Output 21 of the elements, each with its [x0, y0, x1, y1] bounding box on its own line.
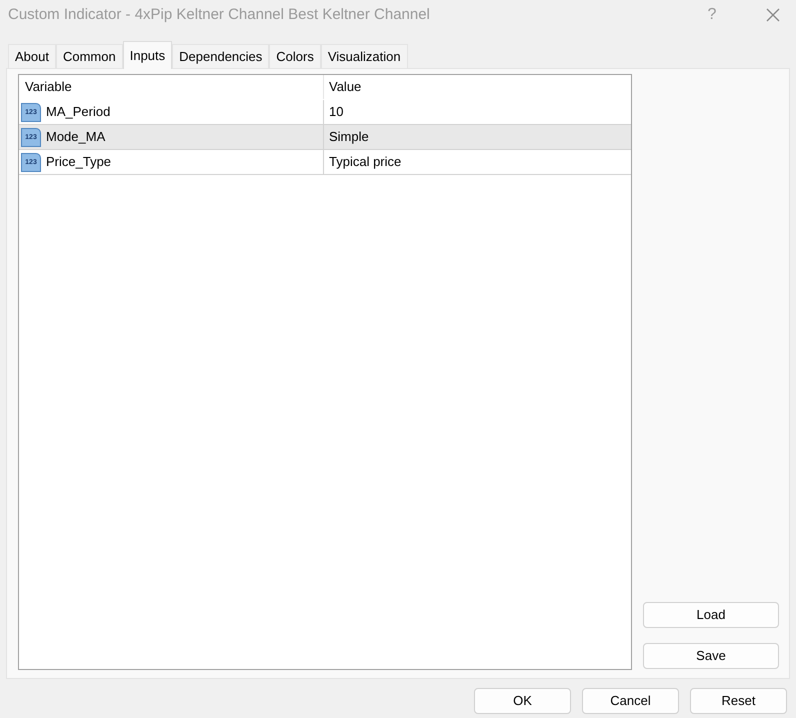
- column-header[interactable]: Variable: [19, 75, 324, 99]
- tab[interactable]: About: [8, 44, 56, 68]
- variable-name: Mode_MA: [46, 128, 106, 146]
- window-title: Custom Indicator - 4xPip Keltner Channel Best Keltner Channel: [8, 4, 430, 25]
- tab[interactable]: Visualization: [320, 44, 408, 68]
- tab[interactable]: Inputs: [122, 41, 172, 69]
- tab[interactable]: Dependencies: [172, 44, 270, 68]
- variable-value: Typical price: [329, 153, 402, 172]
- variable-name: Price_Type: [46, 153, 112, 172]
- variable-value: Simple: [329, 128, 369, 146]
- variable-value: 10: [329, 103, 344, 122]
- close-icon: [766, 8, 780, 22]
- dialog-button[interactable]: Cancel: [582, 688, 679, 714]
- tab[interactable]: Common: [56, 44, 123, 68]
- action-button[interactable]: Load: [643, 602, 779, 628]
- column-header[interactable]: Value: [324, 75, 631, 99]
- action-button[interactable]: Save: [643, 643, 779, 669]
- variable-name: MA_Period: [46, 103, 110, 122]
- tab[interactable]: Colors: [269, 44, 321, 68]
- dialog-button[interactable]: OK: [474, 688, 571, 714]
- dialog-button[interactable]: Reset: [690, 688, 787, 714]
